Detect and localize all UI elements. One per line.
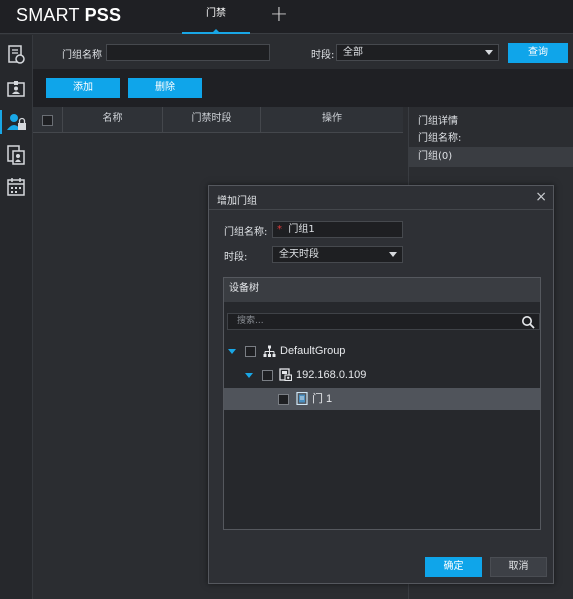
column-header-actions: 操作 [322, 113, 342, 124]
add-button[interactable]: 添加 [46, 78, 120, 98]
table-header: 名称 门禁时段 操作 [33, 107, 403, 133]
filter-bar: 门组名称 时段: 全部 查询 [33, 35, 573, 69]
device-search-input[interactable]: 搜索... [227, 313, 540, 330]
dialog-period-label: 时段: [224, 252, 248, 263]
action-bar: 添加 删除 [33, 69, 573, 107]
tab-access-control[interactable]: 门禁 [182, 0, 250, 34]
left-nav [0, 35, 33, 599]
dialog-period-select[interactable]: 全天时段 [272, 246, 403, 263]
access-controller-icon [279, 368, 292, 381]
dialog-name-label: 门组名称: [224, 227, 268, 238]
door-group-icon[interactable] [5, 111, 28, 133]
device-tree-title: 设备树 [224, 278, 540, 302]
door-icon [296, 392, 308, 405]
tree-node-root[interactable]: DefaultGroup [224, 340, 540, 362]
dialog-name-value: 门组1 [288, 224, 315, 235]
expand-arrow-icon[interactable] [228, 349, 236, 354]
group-name-input[interactable] [106, 44, 270, 61]
dialog-period-value: 全天时段 [279, 249, 319, 260]
period-select-value: 全部 [343, 47, 363, 58]
device-checkbox[interactable] [262, 370, 273, 381]
required-mark: * [277, 224, 282, 235]
tree-device-label: 192.168.0.109 [296, 369, 367, 381]
add-tab-button[interactable]: + [268, 4, 290, 27]
top-bar: SMART PSS 门禁 + [0, 0, 573, 34]
period-label: 时段: [311, 50, 335, 61]
nav-active-indicator [0, 110, 2, 134]
cancel-button[interactable]: 取消 [490, 557, 547, 577]
chevron-down-icon [485, 50, 493, 55]
door-checkbox[interactable] [278, 394, 289, 405]
tree-door-label: 门 1 [312, 393, 333, 405]
group-name-label: 门组名称 [62, 50, 102, 61]
access-card-icon[interactable] [5, 78, 28, 100]
ok-button[interactable]: 确定 [425, 557, 482, 577]
tree-node-door[interactable]: 门 1 [224, 388, 540, 410]
column-header-name[interactable]: 名称 [63, 107, 163, 133]
tab-active-indicator [212, 29, 220, 33]
chevron-down-icon [389, 252, 397, 257]
delete-button[interactable]: 删除 [128, 78, 202, 98]
period-select[interactable]: 全部 [336, 44, 499, 61]
close-icon[interactable]: × [535, 189, 547, 205]
tab-label: 门禁 [206, 8, 226, 19]
add-group-dialog: 增加门组 × 门组名称: * 门组1 时段: 全天时段 设备树 搜索... De… [208, 185, 554, 584]
select-all-cell [33, 107, 63, 133]
record-query-icon[interactable] [5, 144, 28, 166]
dialog-title: 增加门组 [217, 196, 257, 207]
column-header-period[interactable]: 门禁时段 [163, 107, 261, 133]
select-all-checkbox[interactable] [42, 115, 53, 126]
query-button[interactable]: 查询 [508, 43, 568, 63]
tree-node-device[interactable]: 192.168.0.109 [224, 364, 540, 386]
detail-name-label: 门组名称: [418, 133, 462, 144]
search-placeholder: 搜索... [237, 316, 264, 326]
app-logo: SMART PSS [16, 5, 122, 25]
dialog-name-input[interactable]: * 门组1 [272, 221, 403, 238]
device-tree-panel: 设备树 搜索... DefaultGroup 192.168.0.109 门 1 [223, 277, 541, 530]
tree-root-label: DefaultGroup [280, 345, 346, 357]
detail-group-item[interactable]: 门组(0) [409, 147, 573, 167]
detail-title: 门组详情 [418, 116, 458, 127]
device-manage-icon[interactable] [5, 44, 28, 66]
root-checkbox[interactable] [245, 346, 256, 357]
dialog-header: 增加门组 × [209, 186, 553, 210]
search-icon[interactable] [521, 315, 535, 329]
expand-arrow-icon[interactable] [245, 373, 253, 378]
org-tree-icon [263, 345, 276, 357]
schedule-icon[interactable] [5, 176, 28, 198]
